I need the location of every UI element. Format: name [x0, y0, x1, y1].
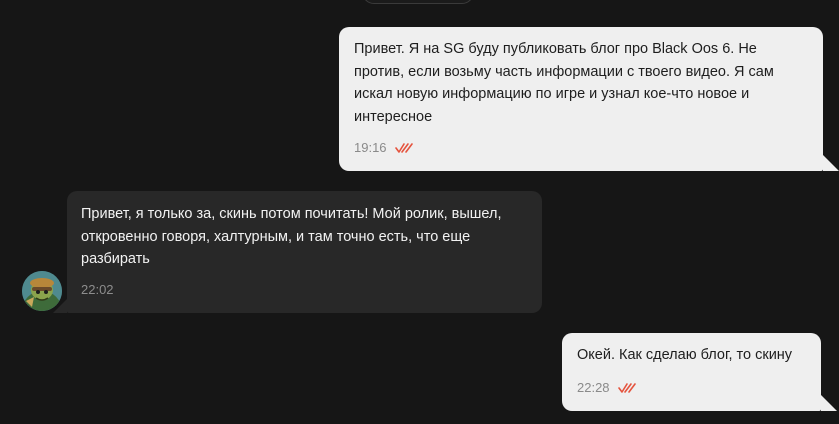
message-text: Окей. Как сделаю блог, то скину [577, 347, 793, 363]
message-meta: 19:16 [354, 140, 413, 156]
read-checkmarks-icon [617, 383, 636, 393]
message-text: Привет. Я на SG буду публиковать блог пр… [354, 41, 774, 125]
read-checkmarks-icon [394, 143, 413, 153]
message-meta: 22:28 [577, 380, 636, 396]
message-bubble-incoming[interactable]: Привет, я только за, скинь потом почитат… [67, 191, 542, 313]
message-time: 22:02 [81, 282, 114, 297]
chat-conversation: Привет. Я на SG буду публиковать блог пр… [0, 0, 839, 424]
message-bubble-outgoing[interactable]: Окей. Как сделаю блог, то скину 22:28 [562, 333, 821, 411]
bubble-tail [823, 155, 839, 171]
message-meta: 22:02 [81, 282, 114, 298]
message-bubble-outgoing[interactable]: Привет. Я на SG буду публиковать блог пр… [339, 27, 823, 171]
message-time: 19:16 [354, 140, 387, 155]
message-time: 22:28 [577, 380, 610, 395]
date-pill [362, 0, 474, 4]
bubble-tail [53, 299, 67, 313]
message-text: Привет, я только за, скинь потом почитат… [81, 206, 502, 267]
bubble-tail [821, 395, 837, 411]
